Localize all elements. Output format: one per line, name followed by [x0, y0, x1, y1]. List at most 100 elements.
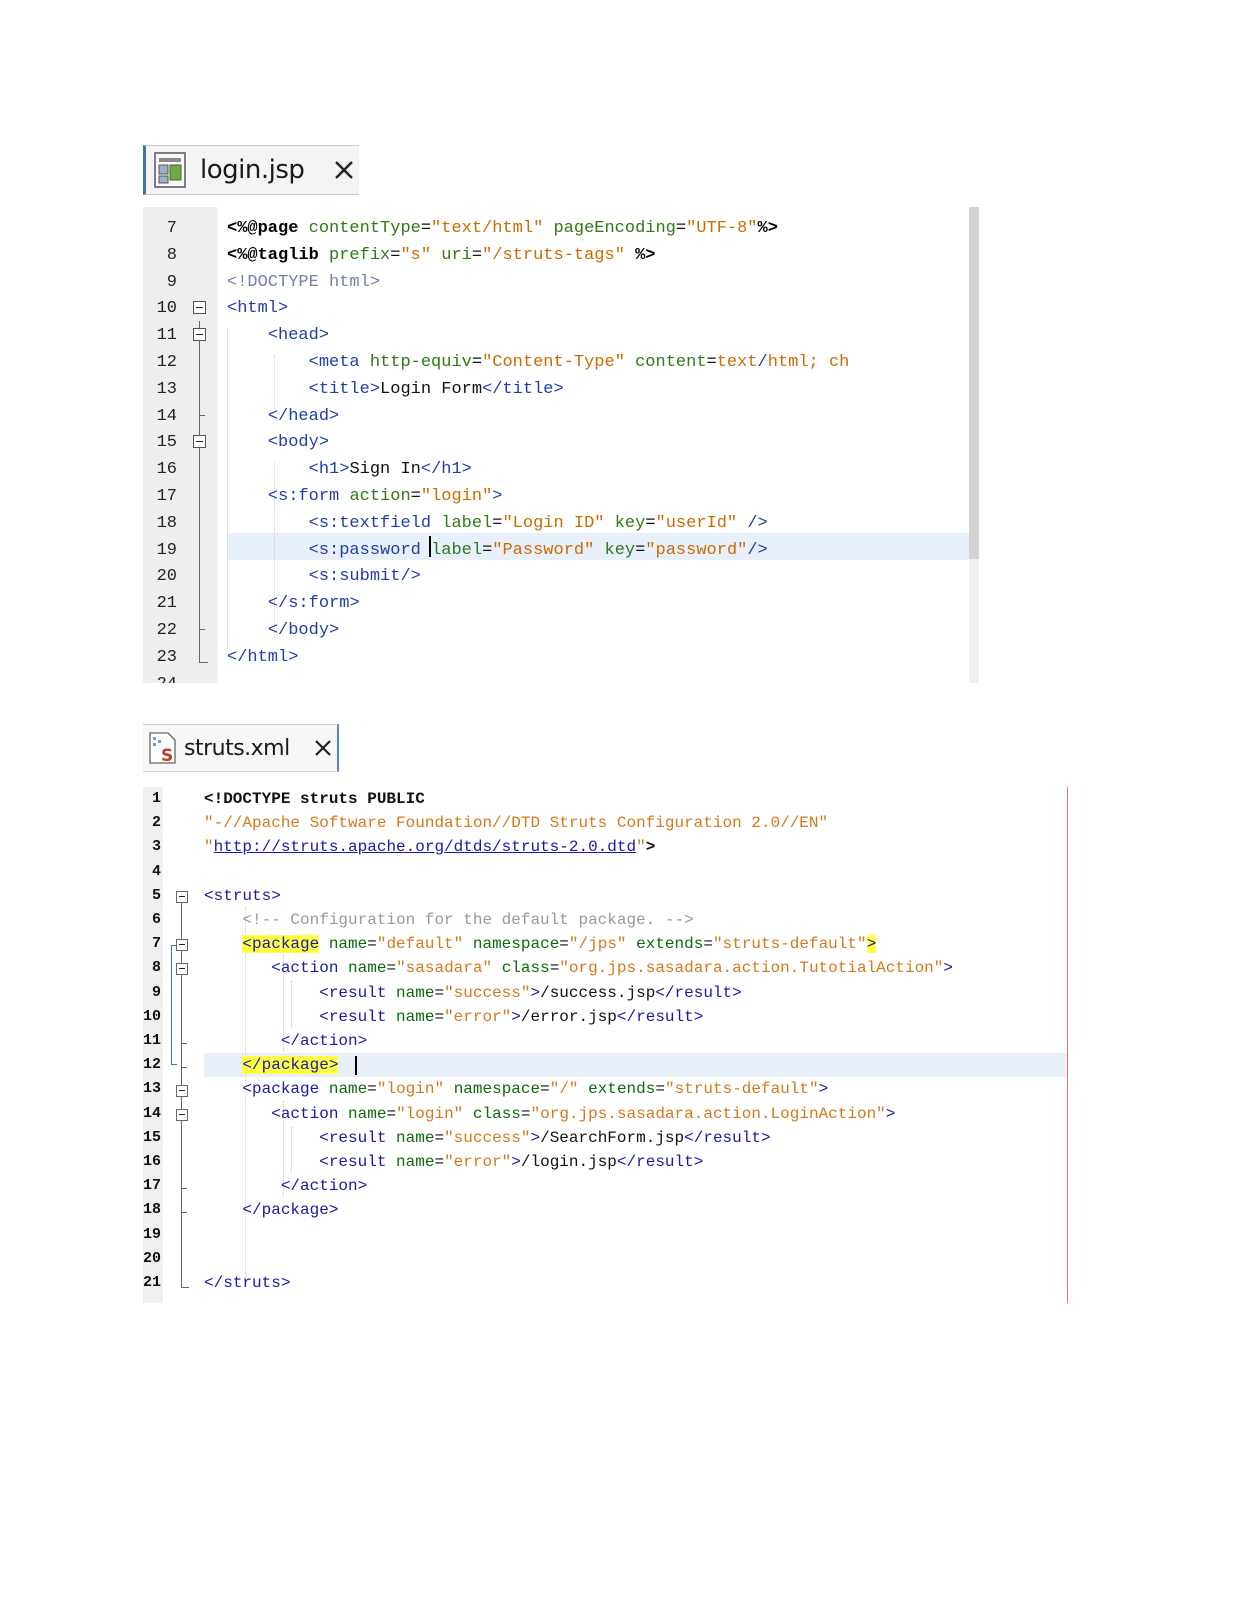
code-text: <package name="default" namespace="/jps"…	[242, 935, 877, 954]
code-text: <title>Login Form</title>	[308, 379, 564, 399]
code-line[interactable]: 14 </head>	[143, 403, 969, 430]
tab-label: login.jsp	[200, 155, 305, 185]
code-text: </html>	[227, 647, 299, 667]
right-margin-line	[1067, 787, 1068, 1303]
code-line[interactable]: 18 <s:textfield label="Login ID" key="us…	[143, 510, 969, 537]
svg-text:S: S	[161, 746, 173, 764]
code-text: <meta http-equiv="Content-Type" content=…	[308, 353, 850, 372]
code-line[interactable]: 12 </package>	[143, 1053, 1067, 1077]
line-number: 7	[166, 219, 177, 238]
tab-login-jsp[interactable]: login.jsp	[143, 145, 359, 195]
close-icon[interactable]	[334, 160, 354, 180]
code-line[interactable]: 13 <title>Login Form</title>	[143, 376, 969, 403]
code-line[interactable]: 8 <%@taglib prefix="s" uri="/struts-tags"…	[143, 242, 969, 269]
close-icon[interactable]	[314, 739, 332, 757]
line-number: 14	[156, 406, 177, 426]
code-line[interactable]: 4	[143, 860, 1067, 884]
code-line[interactable]: 21 </struts>	[143, 1271, 1067, 1295]
code-line[interactable]: 9 <!DOCTYPE html>	[143, 269, 969, 296]
code-text: "-//Apache Software Foundation//DTD Stru…	[204, 814, 829, 833]
code-text: <!-- Configuration for the default packa…	[242, 911, 694, 929]
line-number: 6	[151, 911, 161, 928]
line-number: 4	[151, 862, 161, 880]
code-text: <result name="error">/error.jsp</result>	[319, 1007, 704, 1026]
line-number: 15	[156, 433, 177, 453]
code-line[interactable]: 17 </action>	[143, 1174, 1067, 1198]
code-line[interactable]: 15 <body>	[143, 429, 969, 456]
text-caret	[429, 536, 431, 557]
line-number: 9	[151, 983, 161, 1001]
code-line[interactable]: 20 <s:submit/>	[143, 563, 969, 590]
code-text: <%@taglib prefix="s" uri="/struts-tags" …	[227, 245, 656, 265]
code-text: <html>	[227, 299, 289, 319]
code-text: <head>	[267, 326, 330, 346]
tab-struts-xml[interactable]: S struts.xml	[143, 724, 339, 772]
xml-file-icon: S	[149, 732, 176, 764]
line-number: 7	[151, 935, 161, 953]
code-line[interactable]: 7 <package name="default" namespace="/jp…	[143, 932, 1067, 956]
code-line[interactable]: 7 <%@page contentType="text/html" pageEnc…	[143, 215, 969, 242]
line-number: 14	[143, 1104, 162, 1122]
code-line[interactable]: 3 "http://struts.apache.org/dtds/struts-2…	[143, 835, 1067, 859]
xml-code-editor[interactable]: 1 <!DOCTYPE struts PUBLIC 2 "-//Apache Soft…	[143, 787, 1069, 1303]
code-text: <result name="success">/success.jsp</res…	[319, 983, 742, 1002]
line-number: 24	[143, 671, 177, 683]
code-line[interactable]: 10 <result name="error">/error.jsp</resu…	[143, 1005, 1067, 1029]
line-number: 18	[143, 1201, 162, 1219]
code-line[interactable]: 11 </action>	[143, 1029, 1067, 1053]
code-line[interactable]: 16 <result name="error">/login.jsp</resu…	[143, 1150, 1067, 1174]
code-line[interactable]: 15 <result name="success">/SearchForm.js…	[143, 1126, 1067, 1150]
code-line[interactable]: 22 </body>	[143, 617, 969, 644]
code-text: </package>	[242, 1056, 339, 1075]
code-line[interactable]: 8 <action name="sasadara" class="org.jps…	[143, 956, 1067, 980]
line-number: 20	[143, 1249, 162, 1267]
code-line[interactable]: 5 <struts>	[143, 884, 1067, 908]
line-number: 13	[156, 379, 177, 399]
line-number: 13	[143, 1080, 162, 1098]
code-text: <!DOCTYPE struts PUBLIC	[204, 790, 425, 808]
line-number: 17	[156, 487, 177, 506]
line-number: 16	[143, 1153, 162, 1170]
text-caret	[355, 1056, 357, 1075]
line-number: 2	[151, 814, 161, 832]
code-text: </action>	[280, 1032, 368, 1050]
code-line[interactable]: 1 <!DOCTYPE struts PUBLIC	[143, 787, 1067, 811]
code-line[interactable]: 21 </s:form>	[143, 590, 969, 617]
line-number: 22	[156, 621, 177, 640]
code-line[interactable]: 10 <html>	[143, 295, 969, 322]
code-text: </struts>	[204, 1274, 291, 1292]
code-text: </s:form>	[267, 594, 360, 614]
line-number: 12	[156, 353, 177, 372]
jsp-code-editor[interactable]: 7 <%@page contentType="text/html" pageEnc…	[143, 207, 979, 683]
code-line[interactable]: 12 <meta http-equiv="Content-Type" conte…	[143, 349, 969, 376]
code-line[interactable]: 18 </package>	[143, 1198, 1067, 1222]
line-number: 19	[156, 540, 177, 560]
code-text: </action>	[280, 1177, 368, 1196]
code-text: <s:form action="login">	[267, 487, 503, 506]
scrollbar-thumb[interactable]	[969, 207, 979, 559]
line-number: 12	[143, 1056, 162, 1074]
code-text: "http://struts.apache.org/dtds/struts-2.…	[204, 838, 656, 857]
line-number: 21	[143, 1274, 162, 1291]
code-text: <!DOCTYPE html>	[227, 272, 381, 292]
line-number: 19	[143, 1225, 162, 1243]
code-line[interactable]: 6 <!-- Configuration for the default pac…	[143, 908, 1067, 932]
code-line[interactable]: 17 <s:form action="login">	[143, 483, 969, 510]
line-number: 9	[166, 272, 177, 292]
code-line[interactable]: 9 <result name="success">/success.jsp</r…	[143, 981, 1067, 1005]
code-line[interactable]: 11 <head>	[143, 322, 969, 349]
code-line[interactable]: 13 <package name="login" namespace="/" e…	[143, 1077, 1067, 1101]
code-line[interactable]: 14 <action name="login" class="org.jps.s…	[143, 1102, 1067, 1126]
line-number: 1	[151, 790, 161, 807]
code-line[interactable]: 2 "-//Apache Software Foundation//DTD Str…	[143, 811, 1067, 835]
code-line[interactable]: 20	[143, 1247, 1067, 1271]
vertical-scrollbar[interactable]	[969, 207, 979, 683]
code-line[interactable]: 19 <s:password label="Password" key="pas…	[143, 537, 969, 564]
code-line[interactable]: 19	[143, 1223, 1067, 1247]
code-line[interactable]: 23 </html>	[143, 644, 969, 671]
code-text: </package>	[242, 1201, 339, 1220]
code-line[interactable]: 16 <h1>Sign In</h1>	[143, 456, 969, 483]
code-line[interactable]: 24	[143, 671, 969, 683]
line-number: 8	[151, 959, 161, 977]
line-number: 21	[156, 594, 177, 614]
